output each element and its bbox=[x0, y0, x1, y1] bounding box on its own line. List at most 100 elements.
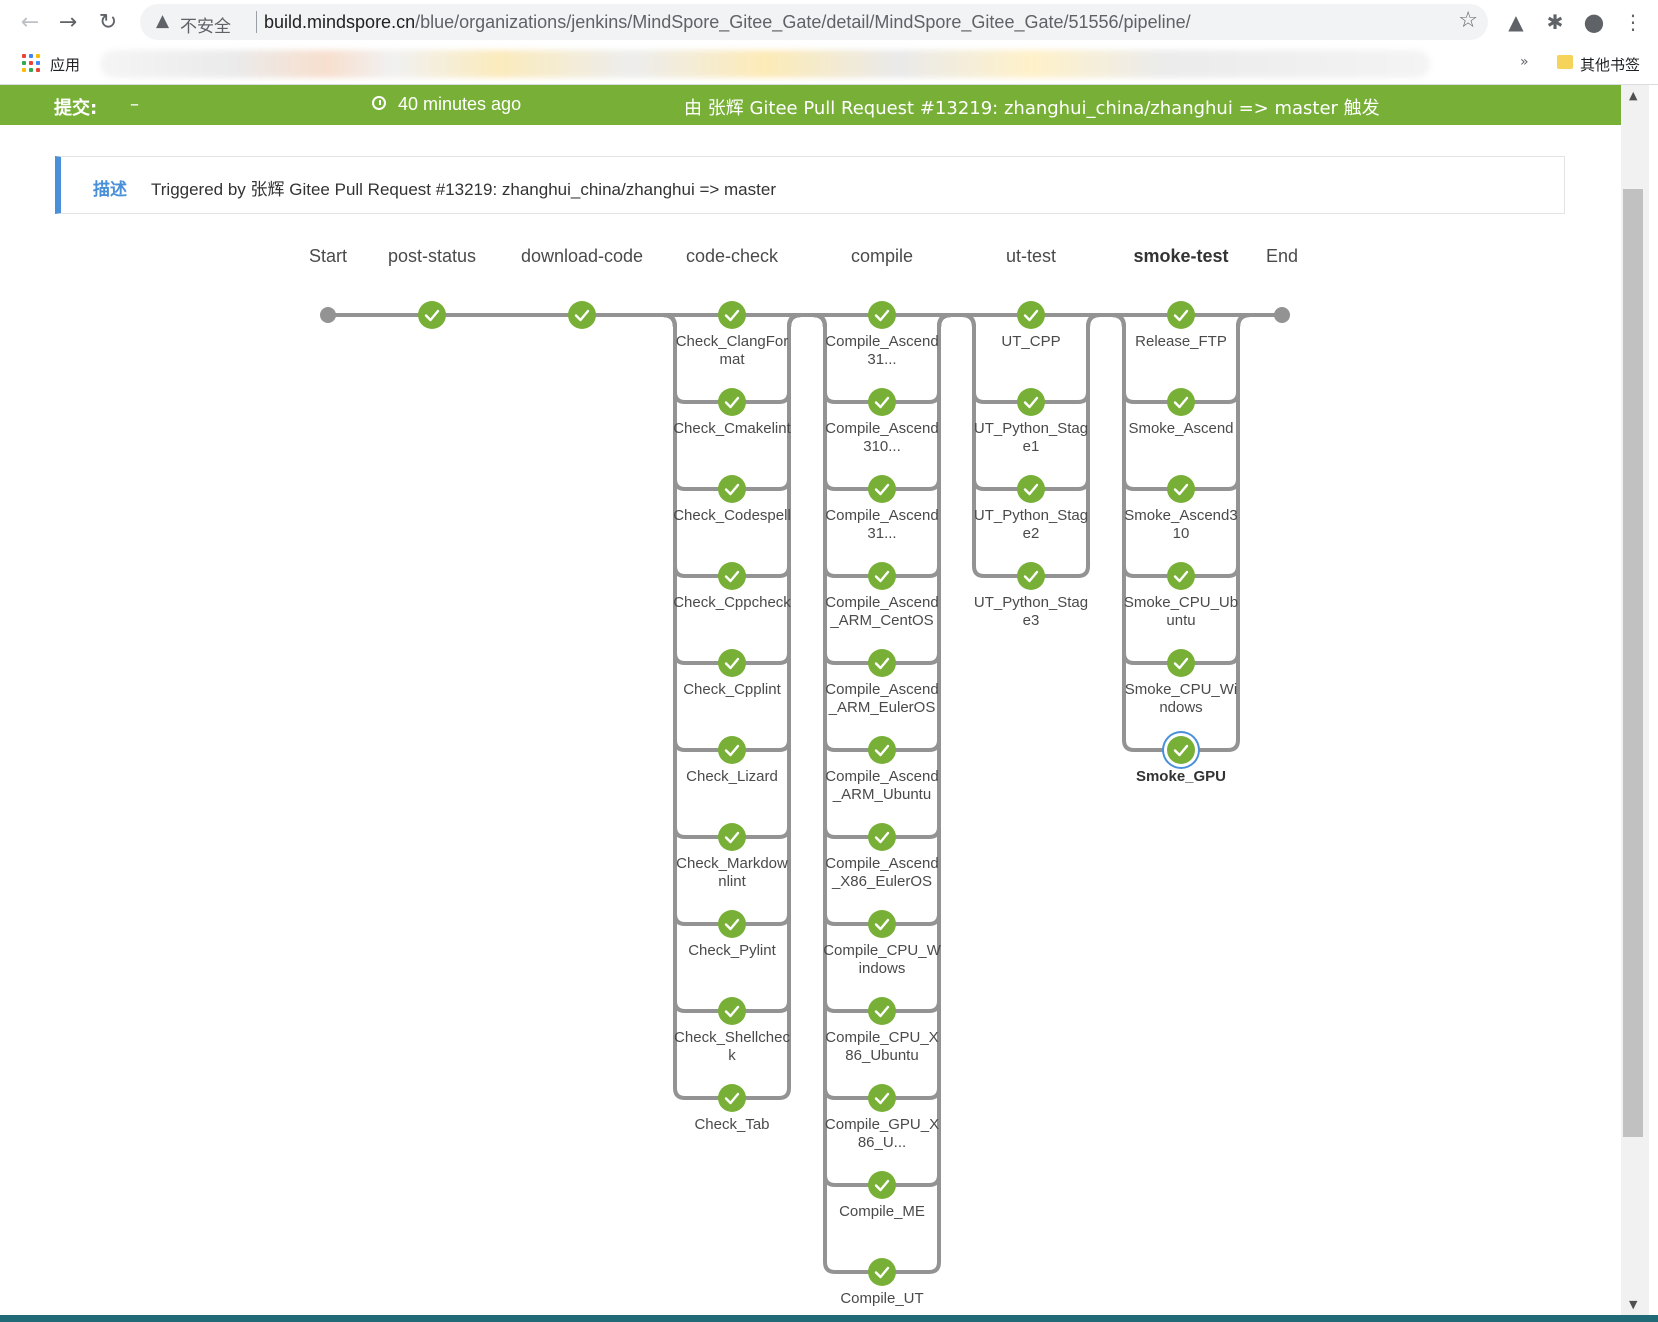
branch-label: Check_Tab bbox=[694, 1116, 770, 1133]
branch-node[interactable] bbox=[718, 475, 746, 503]
branch-node[interactable] bbox=[718, 910, 746, 938]
branch-node[interactable] bbox=[868, 388, 896, 416]
branch-label: Compile_CPU_X86_Ubuntu bbox=[825, 1029, 939, 1064]
branch-node[interactable] bbox=[1017, 475, 1045, 503]
check-icon bbox=[874, 1005, 890, 1018]
check-icon bbox=[1173, 483, 1189, 496]
branch-label: Compile_Ascend31... bbox=[825, 333, 939, 368]
menu-icon[interactable]: ⋮ bbox=[1619, 8, 1647, 36]
check-icon bbox=[574, 309, 590, 322]
branch-node[interactable] bbox=[868, 736, 896, 764]
apps-icon[interactable] bbox=[22, 54, 40, 72]
check-icon bbox=[874, 831, 890, 844]
branch-node[interactable] bbox=[868, 1084, 896, 1112]
apps-label[interactable]: 应用 bbox=[50, 54, 80, 75]
address-bar[interactable]: ▲ 不安全 build.mindspore.cn/blue/organizati… bbox=[140, 4, 1488, 40]
blurred-bookmarks bbox=[100, 50, 1430, 78]
branch-label: Check_Codespell bbox=[673, 507, 791, 524]
check-icon bbox=[724, 570, 740, 583]
other-bookmarks[interactable]: 其他书签 bbox=[1580, 54, 1640, 75]
folder-icon bbox=[1557, 55, 1573, 69]
branch-node[interactable] bbox=[868, 301, 896, 329]
check-icon bbox=[424, 309, 440, 322]
stage-title-post-status[interactable]: post-status bbox=[352, 246, 512, 267]
branch-label: Check_Cppcheck bbox=[673, 594, 791, 611]
check-icon bbox=[874, 657, 890, 670]
check-icon bbox=[874, 1179, 890, 1192]
branch-node[interactable] bbox=[868, 562, 896, 590]
branch-node[interactable] bbox=[718, 301, 746, 329]
url-text[interactable]: build.mindspore.cn/blue/organizations/je… bbox=[264, 12, 1191, 33]
branch-label: Smoke_CPU_Ubuntu bbox=[1123, 594, 1239, 629]
stage-title-smoke-test[interactable]: smoke-test bbox=[1101, 246, 1261, 267]
branch-label: Check_Lizard bbox=[686, 768, 778, 785]
branch-node[interactable] bbox=[868, 1171, 896, 1199]
insecure-label: 不安全 bbox=[180, 17, 231, 37]
branch-node[interactable] bbox=[868, 649, 896, 677]
branch-node[interactable] bbox=[1017, 562, 1045, 590]
check-icon bbox=[724, 918, 740, 931]
branch-label: Smoke_CPU_Windows bbox=[1124, 681, 1238, 716]
branch-node[interactable] bbox=[868, 1258, 896, 1286]
branch-label: Compile_ME bbox=[839, 1203, 925, 1220]
branch-node[interactable] bbox=[1017, 388, 1045, 416]
stage-node-post-status[interactable] bbox=[418, 301, 446, 329]
branch-node[interactable] bbox=[718, 823, 746, 851]
branch-node[interactable] bbox=[718, 649, 746, 677]
check-icon bbox=[1173, 309, 1189, 322]
branch-label: Compile_CPU_Windows bbox=[823, 942, 941, 977]
vertical-scrollbar[interactable]: ▲ ▼ bbox=[1621, 85, 1649, 1315]
branch-label: Compile_UT bbox=[840, 1290, 924, 1307]
page-content: 提交: – 40 minutes ago 由 张辉 Gitee Pull Req… bbox=[0, 85, 1621, 1315]
extensions-icon[interactable]: ✱ bbox=[1541, 8, 1569, 36]
stage-title-ut-test[interactable]: ut-test bbox=[951, 246, 1111, 267]
branch-node[interactable] bbox=[1167, 649, 1195, 677]
scroll-thumb[interactable] bbox=[1623, 189, 1643, 1137]
check-icon bbox=[1023, 483, 1039, 496]
reload-icon[interactable]: ↻ bbox=[92, 6, 124, 38]
check-icon bbox=[874, 1266, 890, 1279]
branch-node[interactable] bbox=[1167, 736, 1195, 764]
branch-node[interactable] bbox=[868, 997, 896, 1025]
branch-label: Check_Cpplint bbox=[683, 681, 781, 698]
back-icon[interactable]: ← bbox=[14, 6, 46, 38]
branch-node[interactable] bbox=[718, 388, 746, 416]
bookmarks-overflow-icon[interactable]: » bbox=[1520, 54, 1529, 70]
start-node bbox=[320, 307, 336, 323]
branch-node[interactable] bbox=[1167, 562, 1195, 590]
branch-node[interactable] bbox=[1167, 301, 1195, 329]
branch-label: Release_FTP bbox=[1135, 333, 1227, 350]
branch-node[interactable] bbox=[718, 1084, 746, 1112]
scroll-up-icon[interactable]: ▲ bbox=[1629, 89, 1637, 102]
branch-label: Check_ClangFormat bbox=[675, 333, 789, 368]
branch-node[interactable] bbox=[1167, 388, 1195, 416]
check-icon bbox=[1173, 657, 1189, 670]
forward-icon[interactable]: → bbox=[52, 6, 84, 38]
check-icon bbox=[724, 309, 740, 322]
drive-icon[interactable]: ▲ bbox=[1502, 8, 1530, 36]
branch-label: Compile_Ascend_X86_EulerOS bbox=[825, 855, 939, 890]
branch-node[interactable] bbox=[868, 910, 896, 938]
branch-node[interactable] bbox=[1017, 301, 1045, 329]
branch-node[interactable] bbox=[868, 475, 896, 503]
branch-label: Smoke_GPU bbox=[1135, 768, 1227, 785]
branch-node[interactable] bbox=[718, 736, 746, 764]
branch-node[interactable] bbox=[868, 823, 896, 851]
profile-icon[interactable]: ● bbox=[1580, 8, 1608, 36]
stage-title-download-code[interactable]: download-code bbox=[502, 246, 662, 267]
branch-label: Compile_Ascend31... bbox=[825, 507, 939, 542]
stage-title-code-check[interactable]: code-check bbox=[652, 246, 812, 267]
check-icon bbox=[874, 309, 890, 322]
stage-node-download-code[interactable] bbox=[568, 301, 596, 329]
check-icon bbox=[724, 744, 740, 757]
check-icon bbox=[724, 1005, 740, 1018]
bookmark-star-icon[interactable]: ☆ bbox=[1458, 8, 1478, 33]
scroll-down-icon[interactable]: ▼ bbox=[1629, 1298, 1637, 1311]
branch-label: Compile_Ascend_ARM_Ubuntu bbox=[825, 768, 939, 803]
url-path: /blue/organizations/jenkins/MindSpore_Gi… bbox=[415, 12, 1191, 32]
branch-node[interactable] bbox=[1167, 475, 1195, 503]
check-icon bbox=[1023, 396, 1039, 409]
stage-title-compile[interactable]: compile bbox=[802, 246, 962, 267]
branch-node[interactable] bbox=[718, 562, 746, 590]
branch-node[interactable] bbox=[718, 997, 746, 1025]
